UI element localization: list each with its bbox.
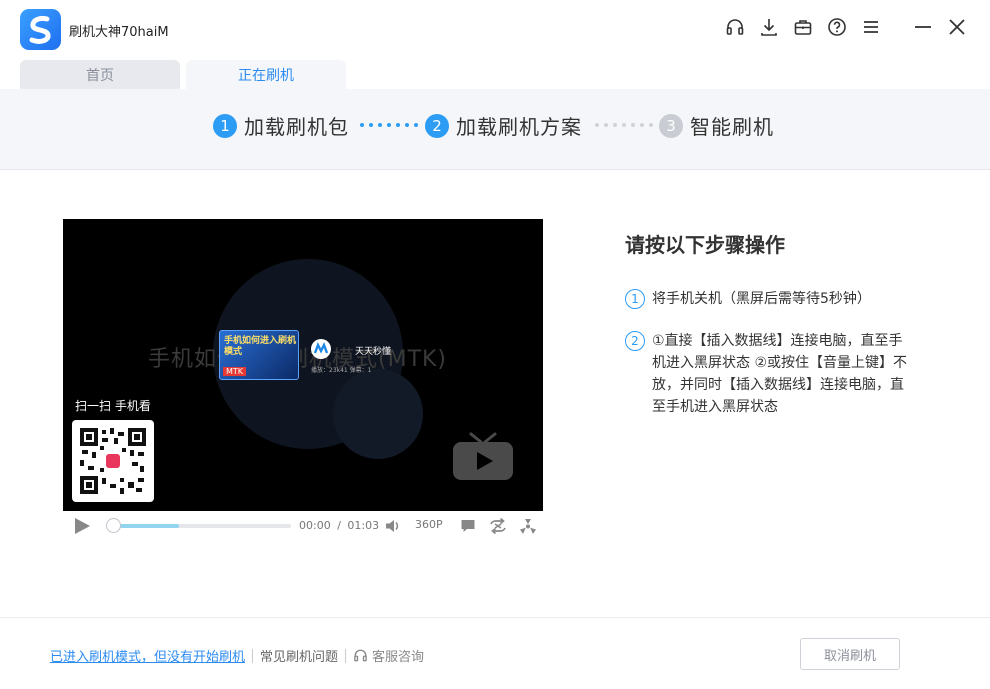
help-icon[interactable] — [826, 16, 848, 38]
window-controls — [724, 16, 968, 38]
app-title: 刷机大神70haiM — [69, 25, 169, 40]
thumbnail-title: 手机如何进入刷机模式 — [224, 336, 297, 357]
duration: 01:03 — [347, 519, 380, 532]
quality-selector[interactable]: 360P — [415, 518, 443, 531]
instruction-1-number: 1 — [625, 289, 645, 309]
buffered-progress — [113, 524, 179, 528]
video-controls: 00:00 / 01:03 360P — [63, 511, 543, 541]
thumbnail-tag: MTK — [223, 367, 247, 376]
danmaku-icon[interactable] — [460, 518, 476, 538]
cancel-flash-button[interactable]: 取消刷机 — [800, 638, 900, 670]
progress-handle[interactable] — [106, 518, 121, 533]
minimize-icon[interactable] — [912, 16, 934, 38]
playback-time: 00:00 / 01:03 — [299, 519, 379, 532]
step-2-label: 加载刷机方案 — [456, 115, 582, 139]
step-1-number: 1 — [213, 113, 237, 138]
current-time: 00:00 — [299, 519, 331, 532]
footer-links: 已进入刷机模式，但没有开始刷机 常见刷机问题 客服咨询 — [50, 646, 424, 665]
channel-stats: 播放：23k41 弹幕：1 — [311, 367, 372, 374]
fullscreen-icon[interactable] — [519, 518, 537, 538]
instructions-title: 请按以下步骤操作 — [625, 233, 785, 257]
video-background-shape — [333, 369, 423, 459]
time-separator: / — [337, 519, 341, 532]
customer-support-label: 客服咨询 — [372, 650, 425, 665]
footer-divider — [0, 617, 990, 618]
step-3-number: 3 — [659, 113, 683, 138]
instruction-1-text: 将手机关机（黑屏后需等待5秒钟） — [652, 291, 871, 307]
app-logo-icon — [29, 15, 51, 44]
menu-icon[interactable] — [860, 16, 882, 38]
footer-separator — [345, 648, 347, 663]
progress-bar[interactable] — [113, 524, 291, 528]
step-1: 1 加载刷机包 — [213, 111, 349, 140]
step-2: 2 加载刷机方案 — [425, 111, 582, 140]
customer-support-link[interactable]: 客服咨询 — [353, 646, 424, 665]
play-icon[interactable] — [73, 517, 91, 539]
headset-icon — [354, 649, 367, 662]
tv-play-icon — [451, 432, 515, 488]
entered-mode-not-started-link[interactable]: 已进入刷机模式，但没有开始刷机 — [50, 646, 245, 665]
briefcase-icon[interactable] — [792, 16, 814, 38]
step-progress: 1 加载刷机包 2 加载刷机方案 3 智能刷机 — [0, 89, 990, 170]
tab-bar: 首页 正在刷机 — [0, 60, 990, 89]
channel-avatar — [311, 339, 331, 359]
step-connector-1 — [360, 123, 418, 127]
qr-code — [72, 420, 154, 502]
step-3: 3 智能刷机 — [659, 111, 774, 140]
download-icon[interactable] — [758, 16, 780, 38]
video-thumbnail: 手机如何进入刷机模式 MTK — [219, 330, 299, 380]
tab-flashing[interactable]: 正在刷机 — [186, 60, 346, 89]
channel-name: 天天秒懂 — [355, 347, 392, 357]
close-icon[interactable] — [946, 16, 968, 38]
step-connector-2 — [595, 123, 653, 127]
instruction-2-text: ①直接【插入数据线】连接电脑，直至手机进入黑屏状态 ②或按住【音量上键】不放，并… — [652, 333, 907, 415]
headset-icon[interactable] — [724, 16, 746, 38]
footer-separator — [252, 648, 254, 663]
qr-code-icon — [80, 428, 146, 494]
step-1-label: 加载刷机包 — [244, 115, 349, 139]
instruction-step-1: 1 将手机关机（黑屏后需等待5秒钟） — [625, 288, 925, 310]
step-2-number: 2 — [425, 113, 449, 138]
instruction-2-number: 2 — [625, 331, 645, 351]
loop-icon[interactable] — [489, 517, 507, 538]
step-3-label: 智能刷机 — [690, 115, 774, 139]
app-logo — [20, 9, 61, 50]
instruction-step-2: 2 ①直接【插入数据线】连接电脑，直至手机进入黑屏状态 ②或按住【音量上键】不放… — [625, 330, 915, 418]
faq-link[interactable]: 常见刷机问题 — [260, 646, 338, 665]
scan-to-watch-label: 扫一扫 手机看 — [75, 399, 151, 413]
tab-home[interactable]: 首页 — [20, 60, 180, 89]
volume-icon[interactable] — [385, 518, 401, 538]
title-bar: 刷机大神70haiM — [0, 0, 990, 60]
video-player[interactable]: 手机如何进入刷机模式(MTK) 手机如何进入刷机模式 MTK 天天秒懂 播放：2… — [63, 219, 543, 511]
